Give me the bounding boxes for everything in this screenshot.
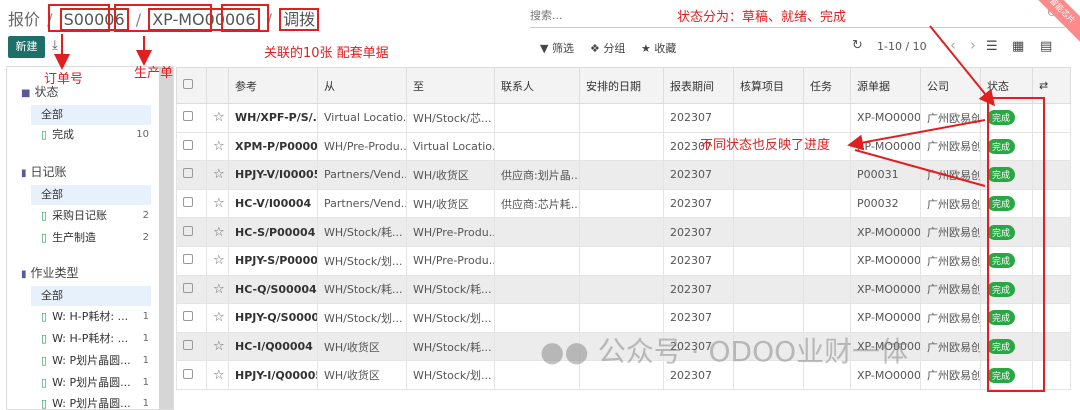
- chat-bubble-icon: ●●: [540, 335, 598, 368]
- arrow: [929, 25, 996, 107]
- arrow: [854, 149, 986, 187]
- watermark: ●● 公众号 · ODOO业财一体: [540, 330, 908, 370]
- watermark-text: 公众号 · ODOO业财一体: [597, 335, 909, 368]
- arrow: [847, 119, 986, 151]
